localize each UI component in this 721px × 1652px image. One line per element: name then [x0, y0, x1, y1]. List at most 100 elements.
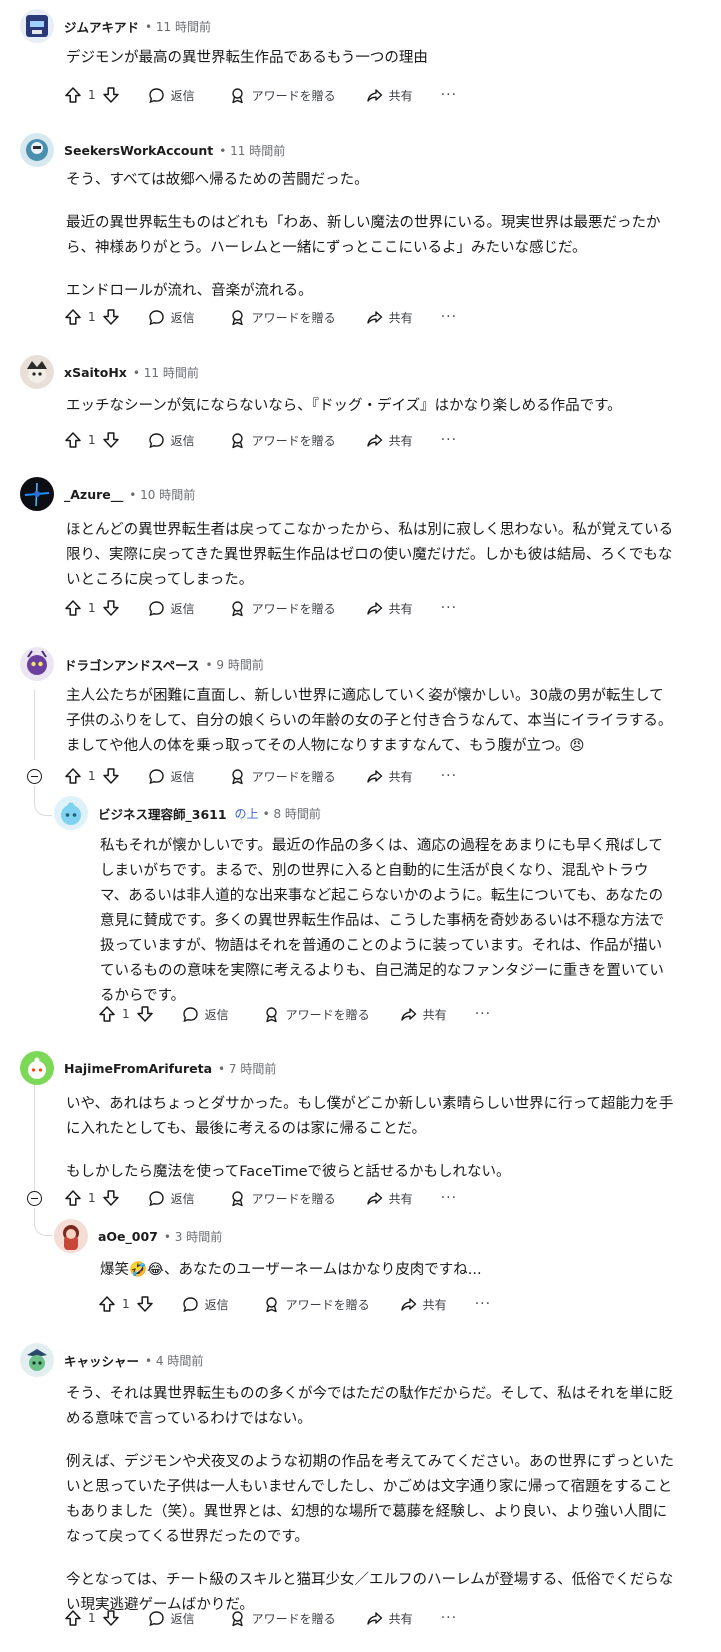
more-options-button[interactable]: ···: [441, 1610, 457, 1626]
award-label: アワードを贈る: [251, 310, 336, 325]
share-button[interactable]: 共有: [366, 432, 413, 449]
reply-button[interactable]: 返信: [148, 87, 195, 104]
upvote-button[interactable]: [64, 599, 82, 617]
comment-actions: 1 返信 アワードを贈る 共有 ···: [64, 1606, 457, 1630]
share-label: 共有: [388, 88, 413, 103]
reply-button[interactable]: 返信: [182, 1006, 229, 1023]
avatar[interactable]: [20, 355, 54, 389]
award-icon: [231, 1190, 243, 1206]
share-icon: [366, 1191, 382, 1205]
upvote-button[interactable]: [64, 1189, 82, 1207]
reply-button[interactable]: 返信: [148, 309, 195, 326]
upvote-icon: [65, 768, 81, 784]
avatar[interactable]: [54, 796, 88, 830]
more-options-button[interactable]: ···: [441, 768, 457, 784]
award-button[interactable]: アワードを贈る: [229, 1610, 336, 1627]
reply-button[interactable]: 返信: [148, 1190, 195, 1207]
downvote-button[interactable]: [102, 1189, 120, 1207]
more-options-button[interactable]: ···: [441, 309, 457, 325]
username[interactable]: aOe_007: [98, 1229, 158, 1244]
username[interactable]: ビジネス理容師_3611: [98, 804, 227, 823]
share-button[interactable]: 共有: [366, 1190, 413, 1207]
share-button[interactable]: 共有: [400, 1296, 447, 1313]
speech-bubble-icon: [148, 309, 164, 325]
comment-text: そう、それは異世界転生ものの多くが今ではただの駄作だからだ。そして、私はそれを単…: [66, 1386, 674, 1427]
share-button[interactable]: 共有: [366, 1610, 413, 1627]
share-button[interactable]: 共有: [366, 87, 413, 104]
share-label: 共有: [422, 1007, 447, 1022]
vote-score: 1: [88, 769, 96, 783]
vote-score: 1: [88, 601, 96, 615]
avatar[interactable]: [20, 477, 54, 511]
username[interactable]: xSaitoHx: [64, 365, 127, 380]
upvote-button[interactable]: [98, 1005, 116, 1023]
award-button[interactable]: アワードを贈る: [229, 309, 336, 326]
award-button[interactable]: アワードを贈る: [229, 600, 336, 617]
more-options-button[interactable]: ···: [475, 1006, 491, 1022]
award-label: アワードを贈る: [285, 1297, 370, 1312]
downvote-button[interactable]: [102, 767, 120, 785]
upvote-icon: [65, 1610, 81, 1626]
award-button[interactable]: アワードを贈る: [263, 1296, 370, 1313]
downvote-button[interactable]: [102, 308, 120, 326]
award-button[interactable]: アワードを贈る: [263, 1006, 370, 1023]
upvote-button[interactable]: [64, 767, 82, 785]
reply-label: 返信: [170, 310, 195, 325]
comment-body: エッチなシーンが気にならないなら、『ドッグ・デイズ』はかなり楽しめる作品です。: [66, 394, 676, 419]
username[interactable]: ドラゴンアンドスペース: [64, 655, 200, 674]
reply-button[interactable]: 返信: [148, 432, 195, 449]
downvote-button[interactable]: [102, 1609, 120, 1627]
upvote-button[interactable]: [64, 1609, 82, 1627]
award-button[interactable]: アワードを贈る: [229, 768, 336, 785]
reply-button[interactable]: 返信: [148, 768, 195, 785]
share-button[interactable]: 共有: [366, 309, 413, 326]
avatar[interactable]: [54, 1219, 88, 1253]
username[interactable]: HajimeFromArifureta: [64, 1061, 212, 1076]
upvote-button[interactable]: [64, 431, 82, 449]
award-button[interactable]: アワードを贈る: [229, 432, 336, 449]
downvote-button[interactable]: [102, 431, 120, 449]
more-options-button[interactable]: ···: [475, 1296, 491, 1312]
username[interactable]: SeekersWorkAccount: [64, 143, 213, 158]
vote-score: 1: [122, 1007, 130, 1021]
thread-elbow: [34, 1208, 52, 1236]
upvote-button[interactable]: [64, 308, 82, 326]
downvote-icon: [102, 1190, 119, 1206]
collapse-thread-button[interactable]: [27, 1191, 42, 1206]
comment-actions: 1 返信 アワードを贈る 共有 ···: [64, 83, 457, 107]
more-options-button[interactable]: ···: [441, 1190, 457, 1206]
avatar[interactable]: [20, 133, 54, 167]
award-button[interactable]: アワードを贈る: [229, 1190, 336, 1207]
more-options-button[interactable]: ···: [441, 87, 457, 103]
share-button[interactable]: 共有: [366, 600, 413, 617]
reply-button[interactable]: 返信: [148, 1610, 195, 1627]
comment-actions: 1 返信 アワードを贈る 共有 ···: [98, 1292, 491, 1316]
share-label: 共有: [388, 433, 413, 448]
award-button[interactable]: アワードを贈る: [229, 87, 336, 104]
vote-score: 1: [88, 433, 96, 447]
speech-bubble-icon: [148, 432, 164, 448]
more-options-button[interactable]: ···: [441, 432, 457, 448]
avatar[interactable]: [20, 1343, 54, 1377]
downvote-button[interactable]: [136, 1005, 154, 1023]
upvote-button[interactable]: [64, 86, 82, 104]
username[interactable]: キャッシャー: [64, 1351, 139, 1370]
downvote-button[interactable]: [102, 599, 120, 617]
avatar[interactable]: [20, 647, 54, 681]
share-button[interactable]: 共有: [366, 768, 413, 785]
share-button[interactable]: 共有: [400, 1006, 447, 1023]
username[interactable]: _Azure__: [64, 487, 123, 502]
collapse-thread-button[interactable]: [27, 769, 42, 784]
vote-score: 1: [122, 1297, 130, 1311]
avatar[interactable]: [20, 1051, 54, 1085]
downvote-button[interactable]: [102, 86, 120, 104]
downvote-button[interactable]: [136, 1295, 154, 1313]
more-options-button[interactable]: ···: [441, 600, 457, 616]
comment-actions: 1 返信 アワードを贈る 共有 ···: [64, 764, 457, 788]
reply-button[interactable]: 返信: [148, 600, 195, 617]
upvote-button[interactable]: [98, 1295, 116, 1313]
avatar[interactable]: [20, 9, 54, 43]
timestamp: • 8 時間前: [262, 806, 321, 821]
username[interactable]: ジムアキアド: [64, 17, 139, 36]
reply-button[interactable]: 返信: [182, 1296, 229, 1313]
